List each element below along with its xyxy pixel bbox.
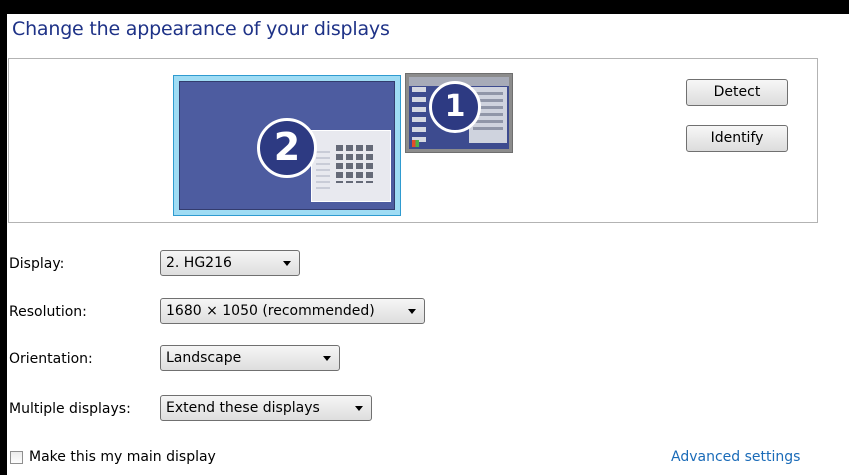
display-select[interactable]: 2. HG216: [160, 250, 300, 276]
chevron-down-icon: [283, 261, 291, 266]
multiple-displays-select-value: Extend these displays: [166, 400, 320, 416]
monitor-2-screen: 2: [179, 81, 395, 210]
monitor-2[interactable]: 2: [173, 75, 401, 216]
window-thumbnail-icon: [311, 130, 391, 202]
chevron-down-icon: [408, 309, 416, 314]
resolution-select[interactable]: 1680 × 1050 (recommended): [160, 298, 425, 324]
monitor-1-screen: 1: [409, 77, 509, 149]
main-display-checkbox[interactable]: [10, 451, 23, 464]
resolution-select-value: 1680 × 1050 (recommended): [166, 303, 375, 319]
page-title: Change the appearance of your displays: [12, 18, 390, 40]
orientation-select-value: Landscape: [166, 350, 242, 366]
advanced-settings-link[interactable]: Advanced settings: [671, 449, 800, 465]
resolution-label: Resolution:: [9, 304, 87, 320]
detect-button[interactable]: Detect: [686, 79, 788, 106]
desktop-icons-icon: [412, 87, 426, 143]
monitor-1[interactable]: 1: [405, 73, 513, 153]
multiple-displays-label: Multiple displays:: [9, 401, 131, 417]
monitor-2-number-badge: 2: [257, 118, 317, 178]
display-select-value: 2. HG216: [166, 255, 232, 271]
chevron-down-icon: [323, 356, 331, 361]
orientation-label: Orientation:: [9, 351, 93, 367]
orientation-select[interactable]: Landscape: [160, 345, 340, 371]
identify-button[interactable]: Identify: [686, 125, 788, 152]
start-orb-icon: [412, 140, 419, 147]
chevron-down-icon: [355, 406, 363, 411]
display-settings-panel: Change the appearance of your displays 2…: [7, 14, 849, 475]
monitor-1-number-badge: 1: [429, 81, 481, 133]
monitor-preview-area: 2 1 Detect Identify: [8, 58, 818, 223]
display-label: Display:: [9, 256, 65, 272]
multiple-displays-select[interactable]: Extend these displays: [160, 395, 372, 421]
main-display-label[interactable]: Make this my main display: [29, 449, 216, 465]
